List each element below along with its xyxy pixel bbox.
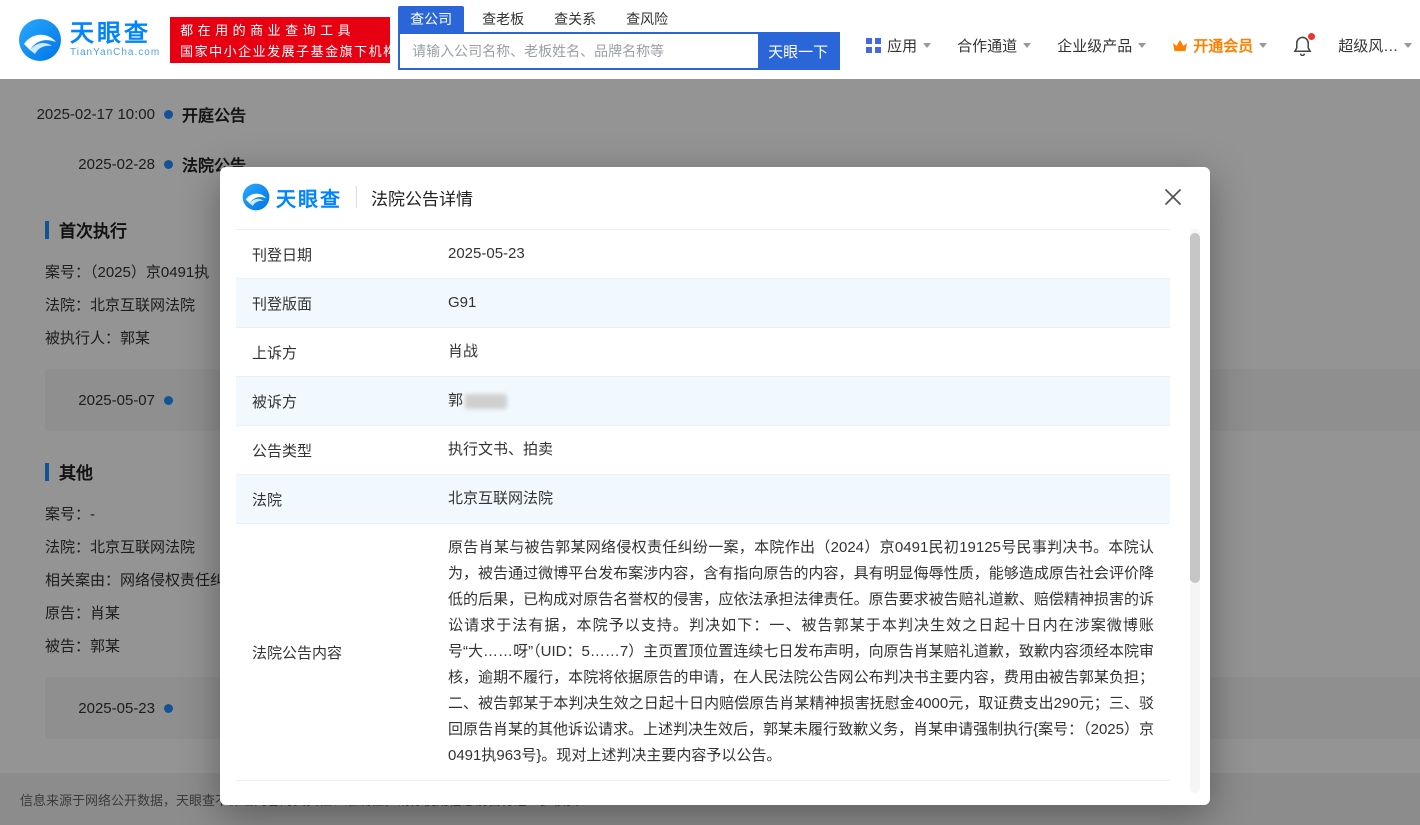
search-input[interactable] <box>400 34 758 68</box>
detail-value-text: 原告肖某与被告郭某网络侵权责任纠纷一案，本院作出（2024）京0491民初191… <box>448 539 1154 764</box>
nav-enterprise-label: 企业级产品 <box>1057 35 1132 56</box>
detail-row: 公告类型 执行文书、拍卖 <box>236 426 1170 475</box>
detail-row: 被诉方 郭 <box>236 377 1170 426</box>
nav-enterprise-products[interactable]: 企业级产品 <box>1057 35 1146 56</box>
modal-body: 刊登日期 2025-05-23 刊登版面 G91 上诉方 肖战 被诉方 <box>220 227 1210 805</box>
detail-label: 法院公告内容 <box>236 524 432 781</box>
brand-domain: TianYanCha.com <box>70 47 160 58</box>
detail-value: 郭 <box>432 377 1170 426</box>
modal-header: 天眼查 法院公告详情 <box>220 167 1210 227</box>
apps-grid-icon <box>866 38 881 53</box>
detail-rows: 刊登日期 2025-05-23 刊登版面 G91 上诉方 肖战 被诉方 <box>236 230 1170 781</box>
detail-value: 原告肖某与被告郭某网络侵权责任纠纷一案，本院作出（2024）京0491民初191… <box>432 524 1170 781</box>
chevron-down-icon <box>1138 43 1146 48</box>
logo-text: 天眼查 TianYanCha.com <box>70 21 160 58</box>
nav-apps-label: 应用 <box>887 35 917 56</box>
chevron-down-icon <box>1023 43 1031 48</box>
promo-banner-line1: 都在用的商业查询工具 <box>180 20 380 39</box>
modal-title: 法院公告详情 <box>371 185 473 210</box>
search-tab[interactable]: 查老板 <box>470 6 536 32</box>
search-box: 天眼一下 <box>398 32 840 70</box>
modal-tianyancha-logo: 天眼查 <box>242 183 342 212</box>
detail-label: 刊登日期 <box>236 230 432 279</box>
detail-value: 执行文书、拍卖 <box>432 426 1170 475</box>
detail-row: 上诉方 肖战 <box>236 328 1170 377</box>
promo-banner: 都在用的商业查询工具 国家中小企业发展子基金旗下机构 <box>170 17 390 63</box>
chevron-down-icon <box>923 43 931 48</box>
detail-value-text: 郭 <box>448 392 463 409</box>
censored-blur <box>465 394 507 409</box>
detail-value: G91 <box>432 279 1170 328</box>
detail-label: 刊登版面 <box>236 279 432 328</box>
notification-bell[interactable] <box>1293 35 1312 56</box>
promo-banner-line2: 国家中小企业发展子基金旗下机构 <box>180 41 380 60</box>
detail-label: 法院 <box>236 475 432 524</box>
chevron-down-icon <box>1404 43 1412 48</box>
detail-value-text: 执行文书、拍卖 <box>448 441 553 458</box>
divider <box>356 186 357 208</box>
detail-value: 2025-05-23 <box>432 230 1170 279</box>
nav-partner-channel[interactable]: 合作通道 <box>957 35 1031 56</box>
search-tab[interactable]: 查关系 <box>542 6 608 32</box>
detail-label: 公告类型 <box>236 426 432 475</box>
search-tabs: 查公司 查老板 查关系 查风险 <box>398 8 840 32</box>
detail-value-text: 2025-05-23 <box>448 245 525 262</box>
court-announcement-modal: 天眼查 法院公告详情 刊登日期 2025-05-23 刊登版面 <box>220 167 1210 805</box>
detail-value-text: 肖战 <box>448 343 478 360</box>
modal-scrollbar-track[interactable] <box>1190 229 1200 793</box>
detail-row: 刊登版面 G91 <box>236 279 1170 328</box>
nav-vip-label: 开通会员 <box>1193 35 1253 56</box>
announcement-detail-table: 刊登日期 2025-05-23 刊登版面 G91 上诉方 肖战 被诉方 <box>236 229 1170 781</box>
chevron-down-icon <box>1259 43 1267 48</box>
detail-value-text: G91 <box>448 294 476 311</box>
modal-scrollbar-thumb[interactable] <box>1190 233 1200 583</box>
tianyancha-logo[interactable]: 天眼查 TianYanCha.com <box>18 18 160 62</box>
tianyancha-logo-icon <box>242 183 270 211</box>
nav-partner-label: 合作通道 <box>957 35 1017 56</box>
detail-row: 法院 北京互联网法院 <box>236 475 1170 524</box>
tianyancha-logo-icon <box>18 18 62 62</box>
notification-dot <box>1308 33 1315 40</box>
detail-value: 北京互联网法院 <box>432 475 1170 524</box>
detail-row: 刊登日期 2025-05-23 <box>236 230 1170 279</box>
search-tab[interactable]: 查公司 <box>398 6 464 32</box>
detail-value: 肖战 <box>432 328 1170 377</box>
nav-super-label: 超级风… <box>1338 35 1398 56</box>
modal-brand-name: 天眼查 <box>276 183 342 212</box>
close-icon[interactable] <box>1160 184 1186 210</box>
search-button[interactable]: 天眼一下 <box>758 34 838 68</box>
nav-open-vip[interactable]: 开通会员 <box>1172 35 1267 56</box>
crown-icon <box>1172 39 1188 53</box>
detail-label: 被诉方 <box>236 377 432 426</box>
nav-super-risk[interactable]: 超级风… <box>1338 35 1412 56</box>
search-area: 查公司 查老板 查关系 查风险 天眼一下 <box>398 8 840 70</box>
search-tab[interactable]: 查风险 <box>614 6 680 32</box>
brand-name: 天眼查 <box>70 21 160 47</box>
detail-label: 上诉方 <box>236 328 432 377</box>
top-nav: 应用 合作通道 企业级产品 开通会员 超级风… <box>840 35 1412 56</box>
nav-apps[interactable]: 应用 <box>866 35 931 56</box>
detail-row: 法院公告内容 原告肖某与被告郭某网络侵权责任纠纷一案，本院作出（2024）京04… <box>236 524 1170 781</box>
detail-value-text: 北京互联网法院 <box>448 490 553 507</box>
top-header: 天眼查 TianYanCha.com 都在用的商业查询工具 国家中小企业发展子基… <box>0 0 1420 79</box>
